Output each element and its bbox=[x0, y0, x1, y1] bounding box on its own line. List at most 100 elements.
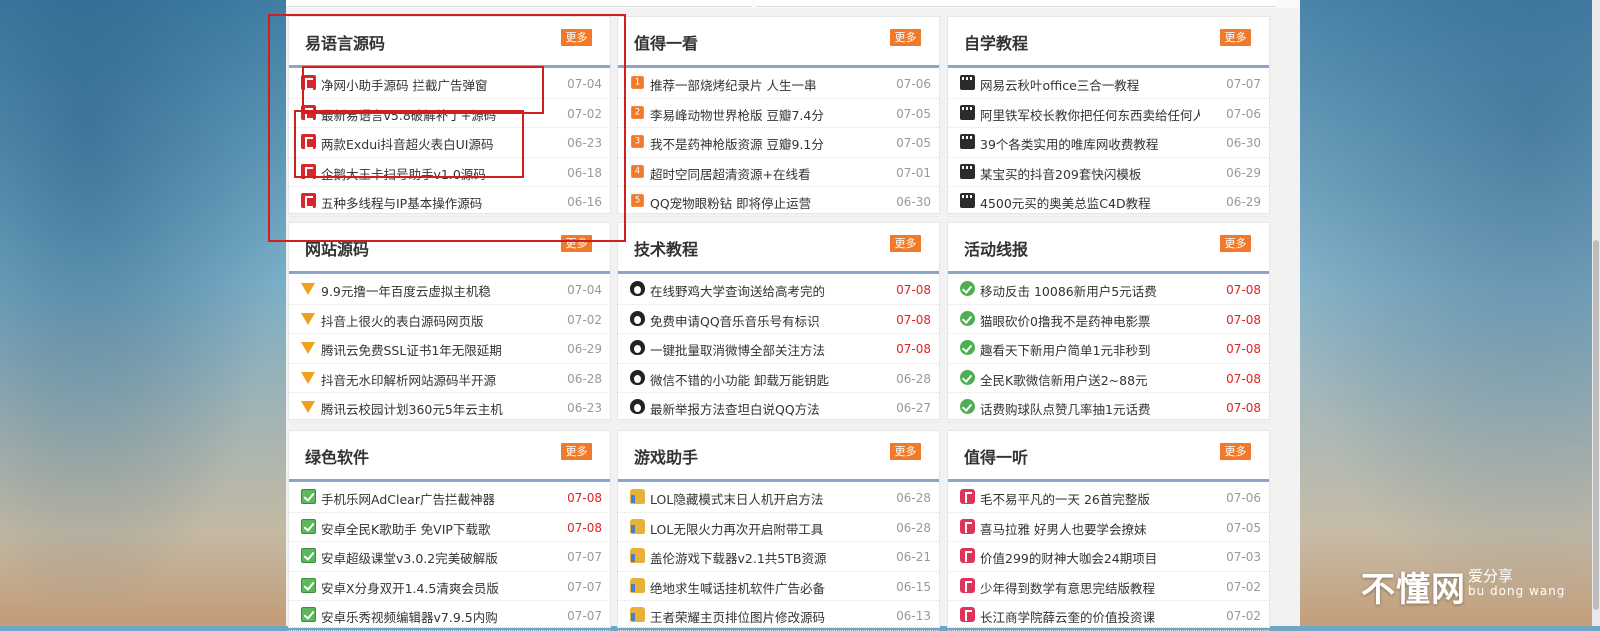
list-item[interactable]: 喜马拉雅 好男人也要学会撩妹 07-05 bbox=[948, 513, 1269, 542]
item-link[interactable]: 阿里铁军校长教你把任何东西卖给任何人 bbox=[980, 105, 1200, 124]
item-link[interactable]: 盖伦游戏下载器v2.1共5TB资源 bbox=[650, 548, 870, 567]
item-link[interactable]: QQ宠物眼粉钻 即将停止运营 bbox=[650, 193, 870, 212]
panel-title[interactable]: 技术教程 bbox=[634, 236, 698, 260]
list-item[interactable]: 免费申请QQ音乐音乐号有标识 07-08 bbox=[618, 305, 939, 334]
list-item[interactable]: 3 我不是药神枪版资源 豆瓣9.1分 07-05 bbox=[618, 128, 939, 158]
list-item[interactable]: 1 推荐一部烧烤纪录片 人生一串 07-06 bbox=[618, 69, 939, 99]
more-button[interactable]: 更多 bbox=[561, 235, 592, 252]
scrollbar-track[interactable] bbox=[1592, 0, 1600, 626]
item-link[interactable]: 9.9元撸一年百度云虚拟主机稳 bbox=[321, 281, 541, 300]
item-link[interactable]: 王者荣耀主页排位图片修改源码 bbox=[650, 607, 870, 626]
panel-title[interactable]: 活动线报 bbox=[964, 236, 1028, 260]
list-item[interactable]: 少年得到数学有意思完结版教程 07-02 bbox=[948, 572, 1269, 601]
item-link[interactable]: 毛不易平凡的一天 26首完整版 bbox=[980, 489, 1200, 508]
list-item[interactable]: 4500元买的奥美总监C4D教程 06-29 bbox=[948, 187, 1269, 217]
more-button[interactable]: 更多 bbox=[561, 29, 592, 46]
list-item[interactable]: 移动反击 10086新用户5元话费 07-08 bbox=[948, 275, 1269, 305]
list-item[interactable]: 4 超时空同居超清资源+在线看 07-01 bbox=[618, 158, 939, 187]
item-link[interactable]: 安卓乐秀视频编辑器v7.9.5内购 bbox=[321, 607, 541, 626]
item-link[interactable]: 推荐一部烧烤纪录片 人生一串 bbox=[650, 75, 870, 94]
list-item[interactable]: 网易云秋叶office三合一教程 07-07 bbox=[948, 69, 1269, 99]
item-link[interactable]: 微信不错的小功能 卸载万能钥匙 bbox=[650, 370, 870, 389]
more-button[interactable]: 更多 bbox=[1220, 235, 1251, 252]
list-item[interactable]: 一键批量取消微博全部关注方法 07-08 bbox=[618, 334, 939, 364]
panel-title[interactable]: 绿色软件 bbox=[305, 444, 369, 468]
more-button[interactable]: 更多 bbox=[890, 235, 921, 252]
list-item[interactable]: 绝地求生喊话挂机软件广告必备 06-15 bbox=[618, 572, 939, 601]
list-item[interactable]: 盖伦游戏下载器v2.1共5TB资源 06-21 bbox=[618, 542, 939, 572]
item-link[interactable]: 39个各类实用的唯库网收费教程 bbox=[980, 134, 1200, 153]
panel-title[interactable]: 自学教程 bbox=[964, 30, 1028, 54]
item-link[interactable]: 最新举报方法查坦白说QQ方法 bbox=[650, 399, 870, 418]
more-button[interactable]: 更多 bbox=[890, 29, 921, 46]
list-item[interactable]: 微信不错的小功能 卸载万能钥匙 06-28 bbox=[618, 364, 939, 393]
list-item[interactable]: 39个各类实用的唯库网收费教程 06-30 bbox=[948, 128, 1269, 158]
item-link[interactable]: 净网小助手源码 拦截广告弹窗 bbox=[321, 75, 541, 94]
list-item[interactable]: 长江商学院薛云奎的价值投资课 07-02 bbox=[948, 601, 1269, 631]
list-item[interactable]: 毛不易平凡的一天 26首完整版 07-06 bbox=[948, 483, 1269, 513]
list-item[interactable]: 腾讯云校园计划360元5年云主机 06-23 bbox=[289, 393, 610, 423]
item-link[interactable]: 网易云秋叶office三合一教程 bbox=[980, 75, 1200, 94]
item-link[interactable]: 两款Exdui抖音超火表白UI源码 bbox=[321, 134, 541, 153]
list-item[interactable]: 猫眼砍价0撸我不是药神电影票 07-08 bbox=[948, 305, 1269, 334]
list-item[interactable]: 某宝买的抖音209套快闪模板 06-29 bbox=[948, 158, 1269, 187]
item-link[interactable]: 抖音上很火的表白源码网页版 bbox=[321, 311, 541, 330]
item-link[interactable]: 我不是药神枪版资源 豆瓣9.1分 bbox=[650, 134, 870, 153]
item-link[interactable]: LOL无限火力再次开启附带工具 bbox=[650, 519, 870, 538]
item-link[interactable]: 腾讯云校园计划360元5年云主机 bbox=[321, 399, 541, 418]
panel-title[interactable]: 游戏助手 bbox=[634, 444, 698, 468]
list-item[interactable]: 手机乐网AdClear广告拦截神器 07-08 bbox=[289, 483, 610, 513]
item-link[interactable]: 在线野鸡大学查询送给高考完的 bbox=[650, 281, 870, 300]
item-link[interactable]: 猫眼砍价0撸我不是药神电影票 bbox=[980, 311, 1200, 330]
list-item[interactable]: LOL无限火力再次开启附带工具 06-28 bbox=[618, 513, 939, 542]
panel-title[interactable]: 值得一看 bbox=[634, 30, 698, 54]
list-item[interactable]: LOL隐藏模式末日人机开启方法 06-28 bbox=[618, 483, 939, 513]
item-link[interactable]: 李易峰动物世界枪版 豆瓣7.4分 bbox=[650, 105, 870, 124]
item-link[interactable]: 一键批量取消微博全部关注方法 bbox=[650, 340, 870, 359]
item-link[interactable]: 价值299的财神大咖会24期项目 bbox=[980, 548, 1200, 567]
list-item[interactable]: 企鹅大王卡扫号助手v1.0源码 06-18 bbox=[289, 158, 610, 187]
list-item[interactable]: 在线野鸡大学查询送给高考完的 07-08 bbox=[618, 275, 939, 305]
item-link[interactable]: 全民K歌微信新用户送2~88元 bbox=[980, 370, 1200, 389]
list-item[interactable]: 安卓全民K歌助手 免VIP下载歌 07-08 bbox=[289, 513, 610, 542]
item-link[interactable]: 移动反击 10086新用户5元话费 bbox=[980, 281, 1200, 300]
item-link[interactable]: 长江商学院薛云奎的价值投资课 bbox=[980, 607, 1200, 626]
list-item[interactable]: 阿里铁军校长教你把任何东西卖给任何人 07-06 bbox=[948, 99, 1269, 128]
item-link[interactable]: 趣看天下新用户简单1元非秒到 bbox=[980, 340, 1200, 359]
list-item[interactable]: 五种多线程与IP基本操作源码 06-16 bbox=[289, 187, 610, 217]
list-item[interactable]: 价值299的财神大咖会24期项目 07-03 bbox=[948, 542, 1269, 572]
item-link[interactable]: 话费购球队点赞几率抽1元话费 bbox=[980, 399, 1200, 418]
list-item[interactable]: 话费购球队点赞几率抽1元话费 07-08 bbox=[948, 393, 1269, 423]
item-link[interactable]: 安卓全民K歌助手 免VIP下载歌 bbox=[321, 519, 541, 538]
list-item[interactable]: 安卓乐秀视频编辑器v7.9.5内购 07-07 bbox=[289, 601, 610, 631]
panel-title[interactable]: 易语言源码 bbox=[305, 30, 385, 54]
item-link[interactable]: 4500元买的奥美总监C4D教程 bbox=[980, 193, 1200, 212]
list-item[interactable]: 最新易语言v5.8破解补丁+源码 07-02 bbox=[289, 99, 610, 128]
panel-title[interactable]: 网站源码 bbox=[305, 236, 369, 260]
item-link[interactable]: 少年得到数学有意思完结版教程 bbox=[980, 578, 1200, 597]
item-link[interactable]: 安卓X分身双开1.4.5清爽会员版 bbox=[321, 578, 541, 597]
list-item[interactable]: 王者荣耀主页排位图片修改源码 06-13 bbox=[618, 601, 939, 631]
list-item[interactable]: 净网小助手源码 拦截广告弹窗 07-04 bbox=[289, 69, 610, 99]
more-button[interactable]: 更多 bbox=[561, 443, 592, 460]
list-item[interactable]: 抖音上很火的表白源码网页版 07-02 bbox=[289, 305, 610, 334]
item-link[interactable]: 手机乐网AdClear广告拦截神器 bbox=[321, 489, 541, 508]
item-link[interactable]: 喜马拉雅 好男人也要学会撩妹 bbox=[980, 519, 1200, 538]
item-link[interactable]: 某宝买的抖音209套快闪模板 bbox=[980, 164, 1200, 183]
list-item[interactable]: 腾讯云免费SSL证书1年无限延期 06-29 bbox=[289, 334, 610, 364]
list-item[interactable]: 安卓X分身双开1.4.5清爽会员版 07-07 bbox=[289, 572, 610, 601]
item-link[interactable]: 绝地求生喊话挂机软件广告必备 bbox=[650, 578, 870, 597]
more-button[interactable]: 更多 bbox=[1220, 443, 1251, 460]
more-button[interactable]: 更多 bbox=[890, 443, 921, 460]
more-button[interactable]: 更多 bbox=[1220, 29, 1251, 46]
list-item[interactable]: 2 李易峰动物世界枪版 豆瓣7.4分 07-05 bbox=[618, 99, 939, 128]
list-item[interactable]: 抖音无水印解析网站源码半开源 06-28 bbox=[289, 364, 610, 393]
item-link[interactable]: LOL隐藏模式末日人机开启方法 bbox=[650, 489, 870, 508]
list-item[interactable]: 趣看天下新用户简单1元非秒到 07-08 bbox=[948, 334, 1269, 364]
item-link[interactable]: 超时空同居超清资源+在线看 bbox=[650, 164, 870, 183]
item-link[interactable]: 免费申请QQ音乐音乐号有标识 bbox=[650, 311, 870, 330]
list-item[interactable]: 全民K歌微信新用户送2~88元 07-08 bbox=[948, 364, 1269, 393]
list-item[interactable]: 5 QQ宠物眼粉钻 即将停止运营 06-30 bbox=[618, 187, 939, 217]
item-link[interactable]: 腾讯云免费SSL证书1年无限延期 bbox=[321, 340, 541, 359]
panel-title[interactable]: 值得一听 bbox=[964, 444, 1028, 468]
